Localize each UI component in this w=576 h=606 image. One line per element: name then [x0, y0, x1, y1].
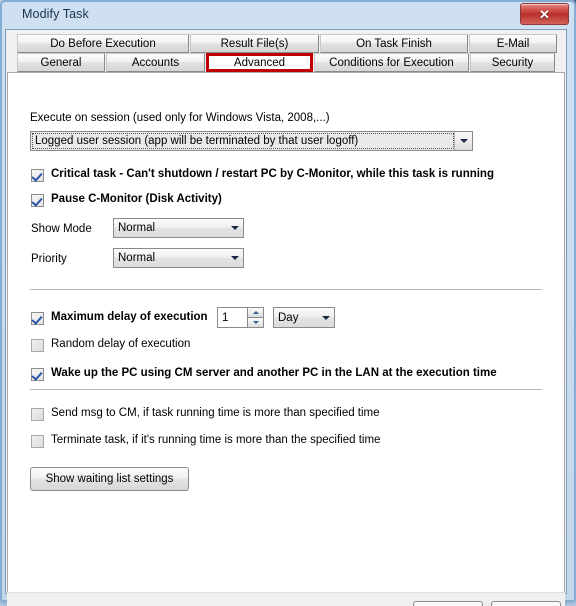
tab-on-task-finish[interactable]: On Task Finish	[320, 34, 468, 53]
critical-task-label: Critical task - Can't shutdown / restart…	[51, 168, 494, 180]
tab-advanced[interactable]: Advanced	[206, 53, 313, 72]
tab-label: Security	[491, 56, 534, 69]
tab-label: Result File(s)	[220, 37, 289, 50]
send-msg-checkbox[interactable]	[31, 408, 44, 421]
show-waiting-list-settings-button[interactable]: Show waiting list settings	[30, 467, 189, 491]
tab-do-before-execution[interactable]: Do Before Execution	[17, 34, 189, 53]
dialog-title: Modify Task	[22, 7, 89, 21]
screen: Modify Task ✕ Do Before Execution Result…	[0, 0, 576, 606]
random-delay-checkbox[interactable]	[31, 339, 44, 352]
show-mode-value: Normal	[118, 222, 156, 234]
section-divider-2	[30, 389, 542, 390]
tab-conditions-for-execution[interactable]: Conditions for Execution	[314, 53, 469, 72]
tab-label: Do Before Execution	[50, 37, 156, 50]
advanced-tab-panel: Execute on session (used only for Window…	[7, 72, 565, 592]
tab-advanced-wrapper: Advanced	[206, 53, 313, 72]
random-delay-label: Random delay of execution	[51, 338, 191, 350]
modify-task-dialog: Modify Task ✕ Do Before Execution Result…	[0, 0, 576, 606]
tab-label: General	[40, 56, 82, 69]
tab-accounts[interactable]: Accounts	[106, 53, 205, 72]
chevron-down-icon	[226, 249, 243, 267]
priority-label: Priority	[31, 253, 67, 265]
maximum-delay-checkbox[interactable]	[31, 312, 44, 325]
show-mode-label: Show Mode	[31, 223, 92, 235]
tab-label: Conditions for Execution	[329, 56, 454, 69]
dialog-client-area: Do Before Execution Result File(s) On Ta…	[5, 29, 567, 606]
stepper-up-icon[interactable]	[247, 307, 264, 317]
chevron-down-icon	[454, 132, 472, 150]
ok-button[interactable]: OK	[413, 601, 483, 606]
close-button[interactable]: ✕	[520, 3, 569, 25]
pause-cmonitor-checkbox[interactable]	[31, 194, 44, 207]
tab-row-top: Do Before Execution Result File(s) On Ta…	[17, 34, 557, 53]
maximum-delay-unit-value: Day	[278, 311, 299, 324]
maximum-delay-stepper[interactable]	[247, 307, 264, 328]
stepper-down-icon[interactable]	[247, 317, 264, 328]
dialog-titlebar: Modify Task ✕	[2, 2, 574, 29]
priority-value: Normal	[118, 252, 156, 264]
section-divider-1	[30, 289, 542, 290]
send-msg-label: Send msg to CM, if task running time is …	[51, 407, 380, 419]
tab-result-files[interactable]: Result File(s)	[190, 34, 319, 53]
close-icon: ✕	[539, 6, 550, 22]
chevron-down-icon	[317, 308, 334, 327]
maximum-delay-label: Maximum delay of execution	[51, 311, 208, 323]
execute-on-session-label: Execute on session (used only for Window…	[30, 112, 330, 124]
show-mode-combobox[interactable]: Normal	[113, 218, 244, 238]
pause-cmonitor-label: Pause C-Monitor (Disk Activity)	[51, 193, 222, 205]
cancel-button[interactable]: Cancel	[491, 601, 561, 606]
tab-general[interactable]: General	[17, 53, 105, 72]
tab-strip: Do Before Execution Result File(s) On Ta…	[17, 34, 557, 72]
maximum-delay-amount-value: 1	[222, 311, 229, 324]
tab-label: On Task Finish	[356, 37, 432, 50]
maximum-delay-unit-combobox[interactable]: Day	[273, 307, 335, 328]
execute-on-session-combobox[interactable]: Logged user session (app will be termina…	[30, 131, 473, 151]
tab-security[interactable]: Security	[470, 53, 555, 72]
tab-email[interactable]: E-Mail	[469, 34, 557, 53]
chevron-down-icon	[226, 219, 243, 237]
terminate-task-checkbox[interactable]	[31, 435, 44, 448]
execute-on-session-value: Logged user session (app will be termina…	[32, 133, 454, 149]
tab-label: E-Mail	[496, 37, 530, 50]
terminate-task-label: Terminate task, if it's running time is …	[51, 434, 381, 446]
tab-row-bottom: General Accounts Advanced Conditions for…	[17, 53, 557, 72]
dialog-footer: OK Cancel	[7, 592, 565, 606]
tab-label: Advanced	[233, 56, 286, 69]
priority-combobox[interactable]: Normal	[113, 248, 244, 268]
tab-label: Accounts	[131, 56, 180, 69]
wake-up-pc-checkbox[interactable]	[31, 368, 44, 381]
show-waiting-list-settings-label: Show waiting list settings	[45, 473, 174, 485]
critical-task-checkbox[interactable]	[31, 169, 44, 182]
wake-up-pc-label: Wake up the PC using CM server and anoth…	[51, 367, 497, 379]
